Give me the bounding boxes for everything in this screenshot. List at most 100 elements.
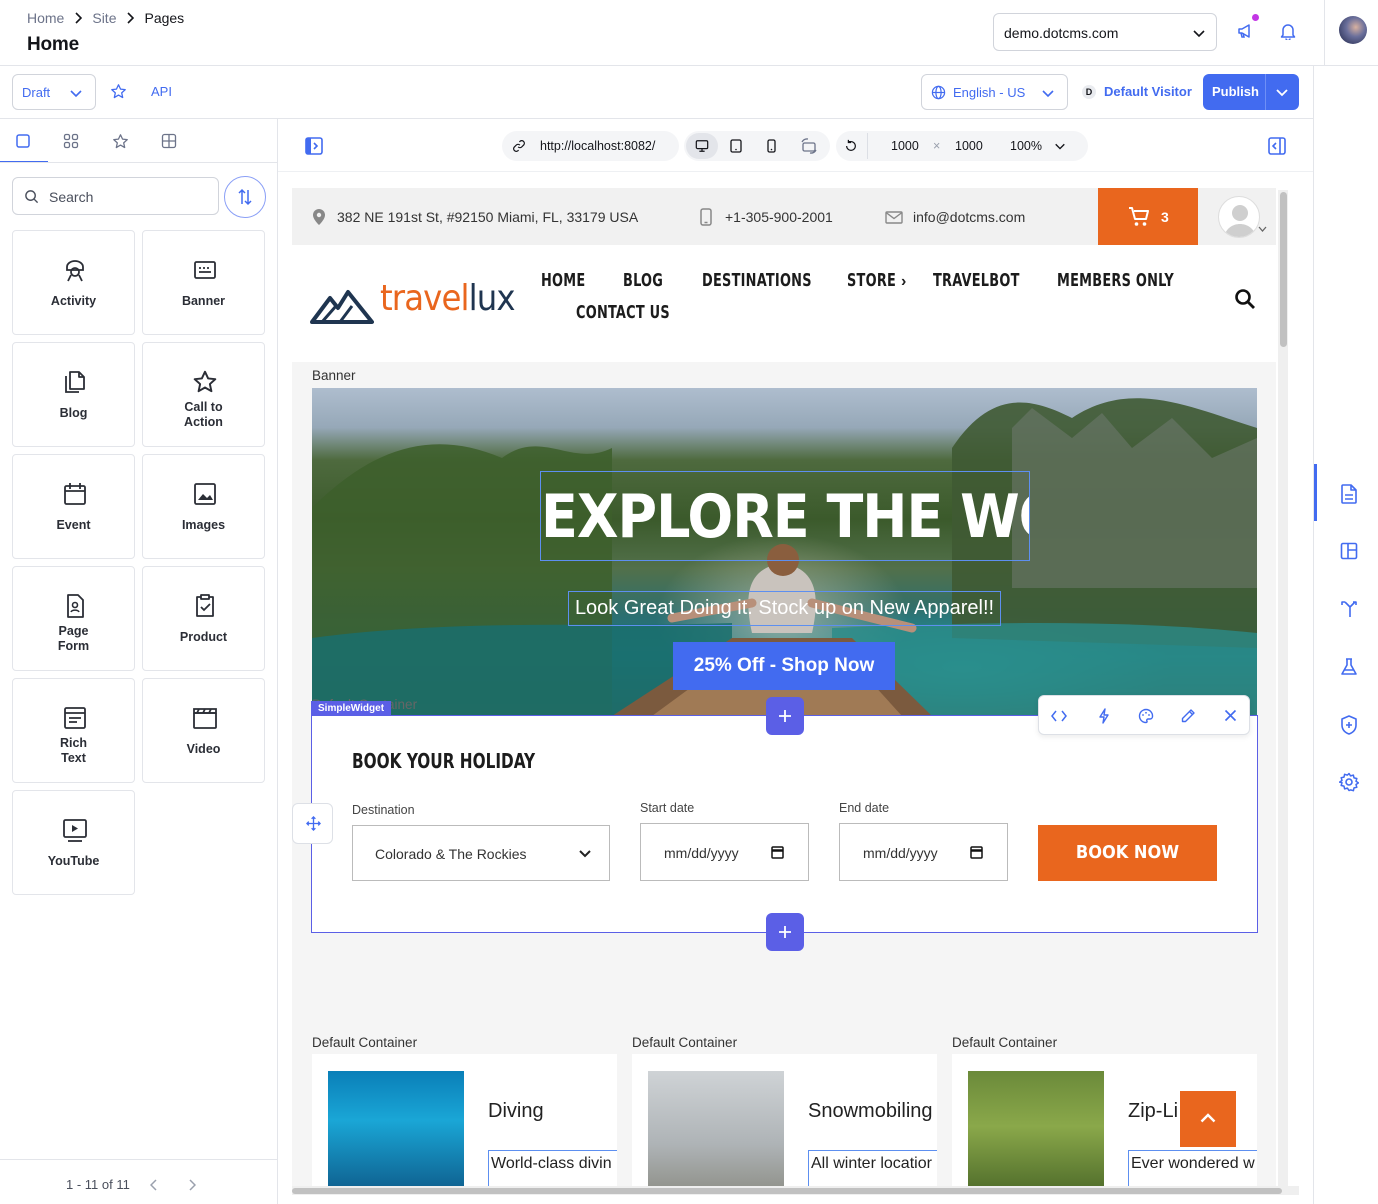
status-dropdown[interactable]: Draft [12,74,96,110]
simple-widget[interactable]: BOOK YOUR HOLIDAY Destination Colorado &… [311,715,1258,933]
site-selector[interactable]: demo.dotcms.com [993,13,1217,51]
add-content-below-button[interactable] [766,913,804,951]
add-content-above-button[interactable] [766,697,804,735]
nav-store-chevron[interactable]: › [901,273,906,291]
favorite-button[interactable] [110,83,127,100]
hero-title[interactable]: EXPLORE THE WORLD [540,471,1030,561]
phone-text[interactable]: +1-305-900-2001 [725,209,833,225]
publish-button[interactable]: Publish [1203,74,1299,110]
content-type-label: Page Form [57,624,90,653]
prev-page-button[interactable] [150,1179,158,1191]
persona-selector[interactable]: D Default Visitor [1082,84,1192,99]
rail-layout-button[interactable] [1340,542,1358,560]
code-icon[interactable] [1051,709,1067,723]
close-icon[interactable] [1224,709,1237,722]
breadcrumb-home[interactable]: Home [27,10,64,26]
activity-card-text[interactable]: World-class divin [488,1150,617,1190]
calendar-icon[interactable] [771,845,784,859]
activity-card-text[interactable]: Ever wondered w [1128,1150,1257,1190]
nav-blog[interactable]: BLOG [623,271,663,291]
activity-card-title[interactable]: Snowmobiling [808,1100,933,1123]
nav-travelbot[interactable]: TRAVELBOT [933,271,1020,291]
pencil-icon[interactable] [1180,708,1196,724]
viewport-width[interactable]: 1000 [891,139,919,153]
zoom-selector[interactable]: 100% [1010,139,1042,153]
site-search-icon[interactable] [1234,288,1256,310]
content-type-product[interactable]: Product [142,566,265,671]
hero-banner[interactable]: EXPLORE THE WORLD Look Great Doing it. S… [312,388,1257,716]
nav-store[interactable]: STORE [847,271,896,291]
book-now-button[interactable]: BOOK NOW [1038,825,1217,881]
content-type-images[interactable]: Images [142,454,265,559]
back-to-top-button[interactable] [1180,1091,1236,1147]
content-type-page-form[interactable]: Page Form [12,566,135,671]
notifications-button[interactable] [1280,23,1296,40]
rail-permissions-button[interactable] [1340,715,1358,735]
rail-settings-button[interactable] [1339,772,1359,792]
breadcrumb-site[interactable]: Site [92,10,116,26]
start-date-input[interactable]: mm/dd/yyyy [640,823,809,881]
url-bar[interactable]: http://localhost:8082/ [502,131,679,161]
toggle-palette-button[interactable] [304,136,324,156]
api-link[interactable]: API [151,84,172,99]
content-type-rich-text[interactable]: Rich Text [12,678,135,783]
tab-content-types[interactable] [0,119,48,163]
tab-favorites[interactable] [112,133,130,151]
star-icon [112,133,130,150]
next-page-button[interactable] [188,1179,196,1191]
device-tablet-button[interactable] [730,139,742,153]
activity-card-text[interactable]: All winter locatior [808,1150,937,1190]
rail-page-button[interactable] [1340,484,1358,504]
preview-horizontal-scroll-thumb[interactable] [292,1188,1282,1194]
preview-vertical-scroll-thumb[interactable] [1280,192,1287,347]
address-text: 382 NE 191st St, #92150 Miami, FL, 33179… [337,209,639,225]
device-rotate-button[interactable] [800,138,818,154]
cart-button[interactable]: 3 [1098,188,1198,245]
content-type-video[interactable]: Video [142,678,265,783]
avatar[interactable] [1339,16,1367,44]
breadcrumb-pages[interactable]: Pages [144,10,184,26]
palette-icon[interactable] [1138,708,1154,724]
activity-card-image[interactable] [968,1071,1104,1191]
user-avatar[interactable] [1218,196,1260,238]
content-type-blog[interactable]: Blog [12,342,135,447]
toggle-right-panel-button[interactable] [1267,136,1287,156]
chevron-down-icon[interactable] [1275,85,1289,99]
reload-button[interactable] [844,139,858,153]
language-selector[interactable]: English - US [921,74,1068,110]
activity-card-title[interactable]: Diving [488,1100,544,1123]
content-type-call-to-action[interactable]: Call to Action [142,342,265,447]
activity-card-image[interactable] [648,1071,784,1191]
rail-rules-button[interactable] [1341,600,1357,618]
tab-layout[interactable] [161,133,179,151]
hero-cta-button[interactable]: 25% Off - Shop Now [673,642,895,690]
end-date-input[interactable]: mm/dd/yyyy [839,823,1008,881]
activity-card[interactable]: Snowmobiling All winter locatior [632,1054,937,1191]
nav-home[interactable]: HOME [541,271,585,291]
activity-card-image[interactable] [328,1071,464,1191]
nav-contact-us[interactable]: CONTACT US [576,303,670,323]
logo-text-lux: lux [468,278,516,319]
search-input[interactable]: Search [12,177,219,215]
drag-handle[interactable] [292,803,333,844]
nav-destinations[interactable]: DESTINATIONS [702,271,812,291]
email-text[interactable]: info@dotcms.com [913,209,1025,225]
nav-members-only[interactable]: MEMBERS ONLY [1057,271,1174,291]
content-type-banner[interactable]: Banner [142,230,265,335]
announcements-button[interactable] [1236,22,1254,40]
content-type-activity[interactable]: Activity [12,230,135,335]
calendar-icon[interactable] [970,845,983,859]
content-type-event[interactable]: Event [12,454,135,559]
lightning-icon[interactable] [1098,708,1110,724]
activity-card-title[interactable]: Zip-Li [1128,1100,1178,1123]
activity-card[interactable]: Diving World-class divin [312,1054,617,1191]
sort-button[interactable] [224,176,266,218]
hero-subtitle[interactable]: Look Great Doing it. Stock up on New App… [568,591,1001,626]
destination-select[interactable]: Colorado & The Rockies [352,825,610,881]
device-desktop-button[interactable] [686,133,718,159]
rail-experiments-button[interactable] [1340,658,1358,676]
tab-widgets[interactable] [63,133,81,151]
viewport-height[interactable]: 1000 [955,139,983,153]
device-mobile-button[interactable] [767,139,776,153]
content-type-youtube[interactable]: YouTube [12,790,135,895]
